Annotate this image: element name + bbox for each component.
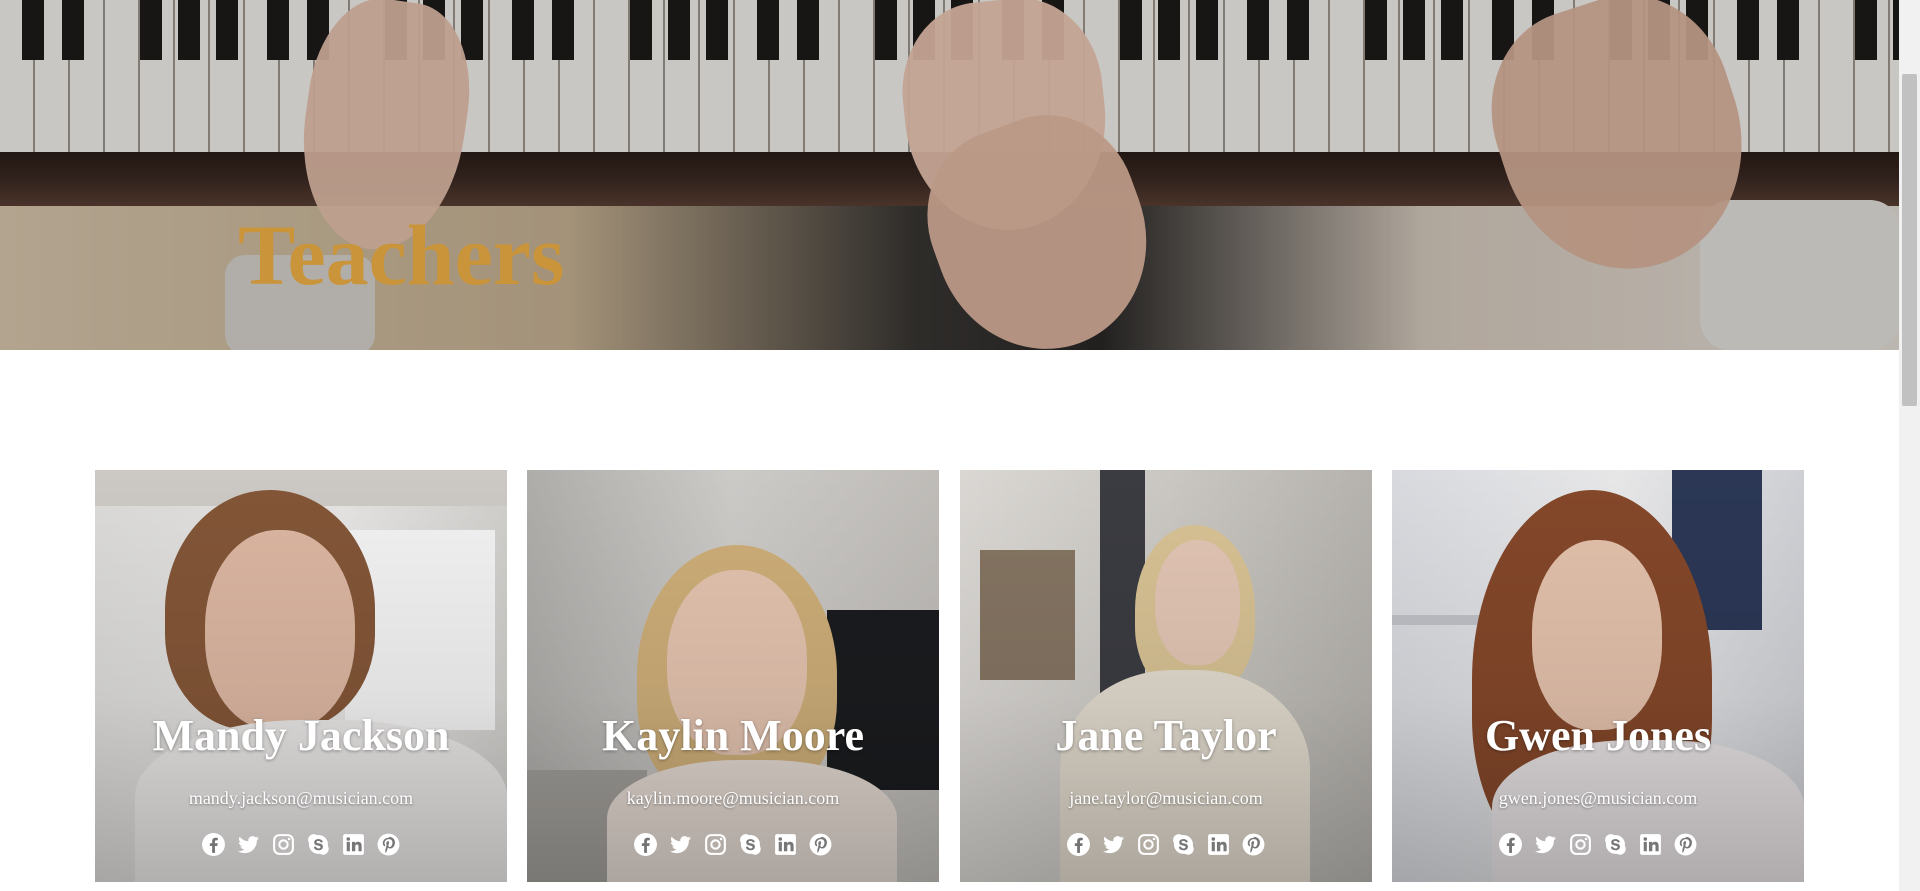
photo-overlay [1392, 470, 1804, 882]
photo-overlay [95, 470, 507, 882]
teacher-email[interactable]: jane.taylor@musician.com [960, 786, 1372, 810]
pinterest-icon[interactable] [1673, 832, 1698, 857]
facebook-icon[interactable] [1066, 832, 1091, 857]
instagram-icon[interactable] [1136, 832, 1161, 857]
facebook-icon[interactable] [201, 832, 226, 857]
skype-icon[interactable] [1603, 832, 1628, 857]
teacher-name: Jane Taylor [1055, 711, 1277, 760]
teachers-grid: Mandy Jackson mandy.jackson@musician.com… [95, 470, 1804, 882]
linkedin-icon[interactable] [773, 832, 798, 857]
social-links [1392, 832, 1804, 857]
instagram-icon[interactable] [271, 832, 296, 857]
page-title: Teachers [238, 207, 565, 303]
teacher-email[interactable]: gwen.jones@musician.com [1392, 786, 1804, 810]
twitter-icon[interactable] [668, 832, 693, 857]
teacher-card-kaylin-moore[interactable]: Kaylin Moore kaylin.moore@musician.com [527, 470, 939, 882]
instagram-icon[interactable] [703, 832, 728, 857]
twitter-icon[interactable] [236, 832, 261, 857]
facebook-icon[interactable] [1498, 832, 1523, 857]
social-links [95, 832, 507, 857]
page-scrollbar[interactable] [1899, 0, 1920, 891]
photo-overlay [960, 470, 1372, 882]
teacher-card-gwen-jones[interactable]: Gwen Jones gwen.jones@musician.com [1392, 470, 1804, 882]
teacher-card-mandy-jackson[interactable]: Mandy Jackson mandy.jackson@musician.com [95, 470, 507, 882]
social-links [960, 832, 1372, 857]
pinterest-icon[interactable] [1241, 832, 1266, 857]
skype-icon[interactable] [1171, 832, 1196, 857]
photo-overlay [527, 470, 939, 882]
social-links [527, 832, 939, 857]
hero-banner: Teachers [0, 0, 1899, 350]
teacher-name: Gwen Jones [1484, 711, 1712, 760]
instagram-icon[interactable] [1568, 832, 1593, 857]
pinterest-icon[interactable] [376, 832, 401, 857]
twitter-icon[interactable] [1533, 832, 1558, 857]
teacher-email[interactable]: mandy.jackson@musician.com [95, 786, 507, 810]
pinterest-icon[interactable] [808, 832, 833, 857]
linkedin-icon[interactable] [1638, 832, 1663, 857]
skype-icon[interactable] [738, 832, 763, 857]
linkedin-icon[interactable] [1206, 832, 1231, 857]
twitter-icon[interactable] [1101, 832, 1126, 857]
scrollbar-thumb[interactable] [1902, 74, 1917, 406]
teacher-card-jane-taylor[interactable]: Jane Taylor jane.taylor@musician.com [960, 470, 1372, 882]
linkedin-icon[interactable] [341, 832, 366, 857]
teacher-name: Kaylin Moore [602, 711, 864, 760]
facebook-icon[interactable] [633, 832, 658, 857]
skype-icon[interactable] [306, 832, 331, 857]
teacher-email[interactable]: kaylin.moore@musician.com [527, 786, 939, 810]
teacher-name: Mandy Jackson [152, 711, 450, 760]
